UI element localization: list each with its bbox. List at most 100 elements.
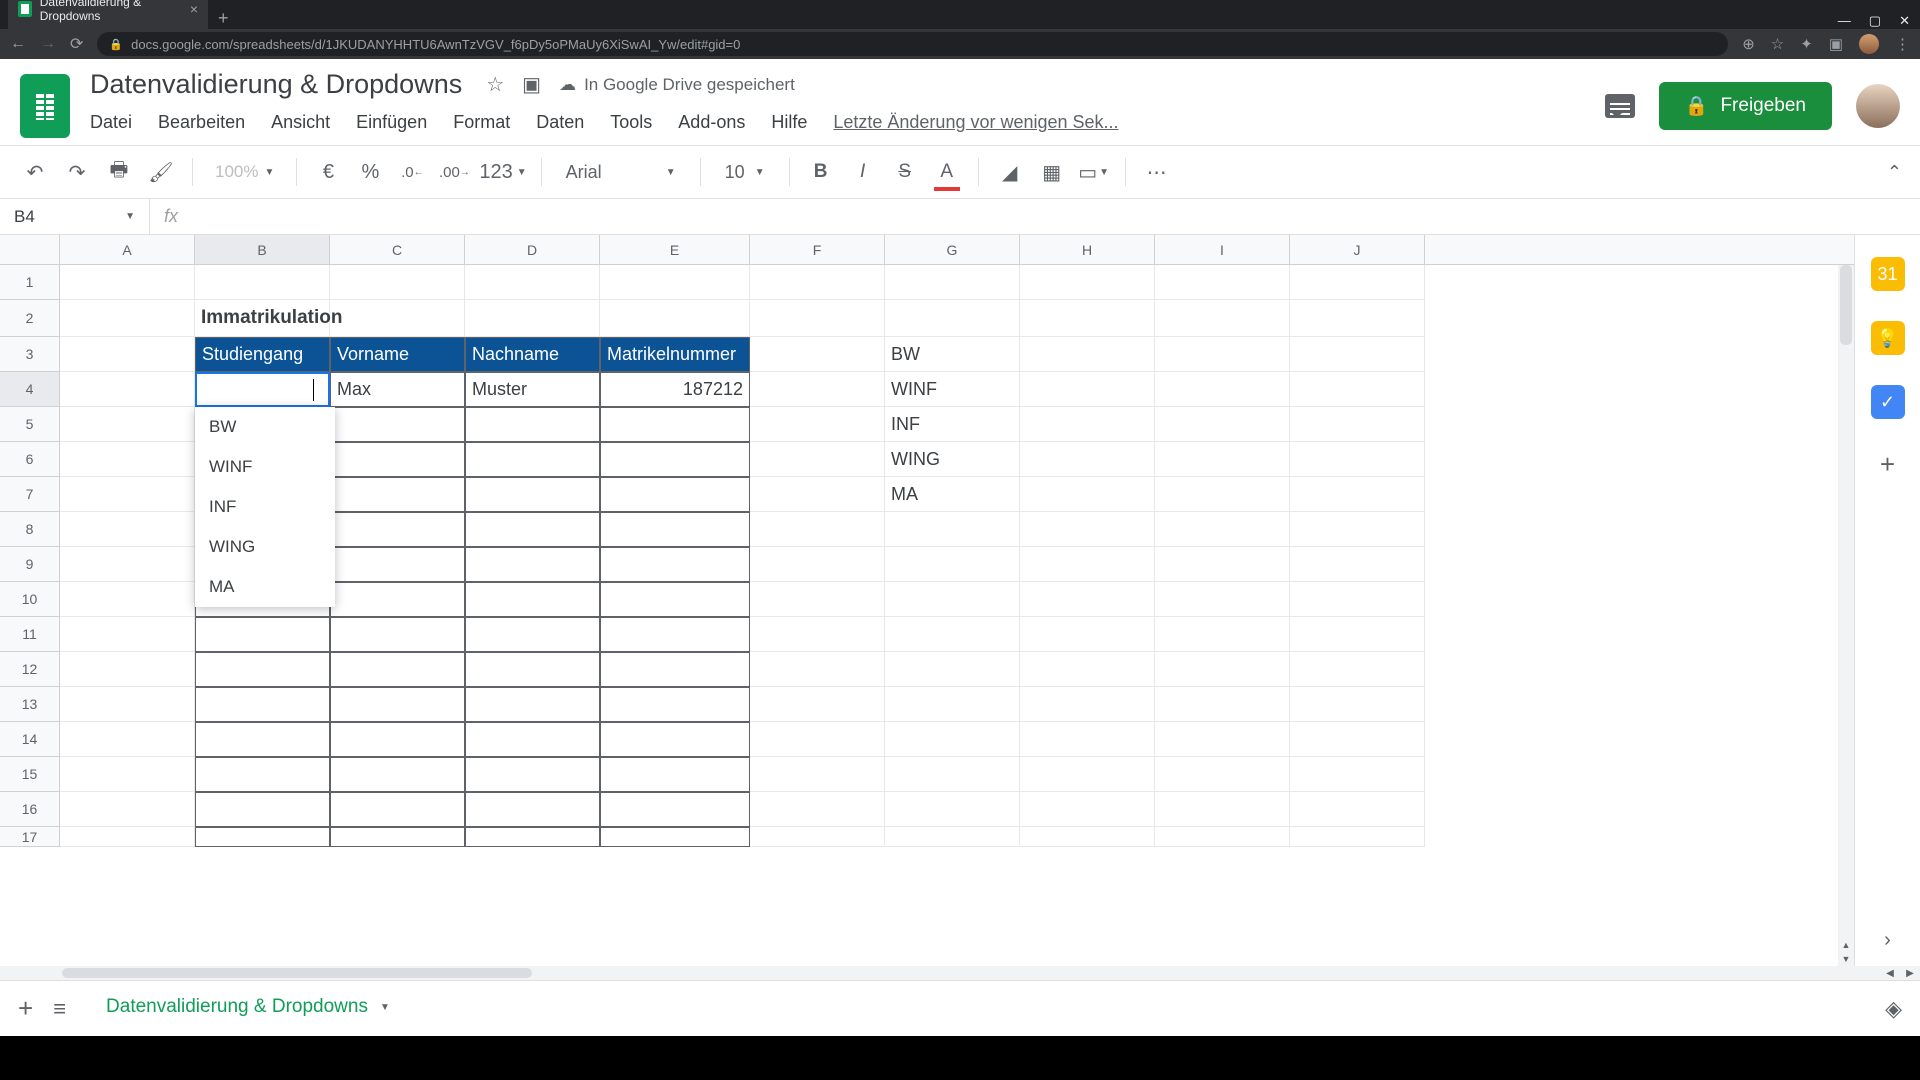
cell[interactable] [1155, 372, 1290, 407]
menu-data[interactable]: Daten [536, 112, 584, 133]
table-header[interactable]: Vorname [330, 337, 465, 372]
move-folder-icon[interactable]: ▣ [522, 72, 541, 97]
bookmark-star-icon[interactable]: ☆ [1771, 35, 1784, 53]
cell[interactable] [1020, 757, 1155, 792]
new-tab-button[interactable]: + [208, 8, 239, 29]
cell[interactable] [465, 757, 600, 792]
cell[interactable] [1290, 300, 1425, 337]
cell[interactable] [60, 757, 195, 792]
document-title[interactable]: Datenvalidierung & Dropdowns [84, 67, 468, 102]
star-icon[interactable]: ☆ [486, 72, 504, 97]
cell[interactable] [330, 827, 465, 847]
cell[interactable] [1020, 582, 1155, 617]
cell[interactable] [195, 827, 330, 847]
cell[interactable] [1020, 300, 1155, 337]
cell[interactable] [1155, 442, 1290, 477]
cell[interactable]: INF [885, 407, 1020, 442]
menu-insert[interactable]: Einfügen [356, 112, 427, 133]
cell[interactable] [195, 265, 330, 300]
cell[interactable] [885, 687, 1020, 722]
cell[interactable] [600, 477, 750, 512]
cell[interactable] [750, 442, 885, 477]
fill-color-button[interactable]: ◢ [993, 155, 1027, 189]
row-header[interactable]: 5 [0, 407, 60, 442]
font-size-select[interactable]: 10▼ [715, 162, 775, 183]
cell[interactable] [1290, 442, 1425, 477]
table-header[interactable]: Matrikelnummer [600, 337, 750, 372]
cell[interactable] [465, 547, 600, 582]
row-header[interactable]: 1 [0, 265, 60, 300]
cell[interactable] [330, 792, 465, 827]
cell[interactable] [60, 617, 195, 652]
cell[interactable] [750, 265, 885, 300]
menu-edit[interactable]: Bearbeiten [158, 112, 245, 133]
cell[interactable] [195, 722, 330, 757]
cell[interactable] [330, 757, 465, 792]
explore-button[interactable]: ◈ [1885, 996, 1902, 1022]
cell[interactable] [1290, 547, 1425, 582]
share-button[interactable]: 🔒 Freigeben [1659, 82, 1832, 130]
chevron-down-icon[interactable]: ▼ [380, 1002, 390, 1013]
row-header[interactable]: 10 [0, 582, 60, 617]
cell[interactable] [330, 512, 465, 547]
sheets-logo-icon[interactable] [20, 74, 70, 138]
cell[interactable] [885, 512, 1020, 547]
row-header[interactable]: 4 [0, 372, 60, 407]
cell[interactable] [885, 757, 1020, 792]
percent-button[interactable]: % [353, 155, 387, 189]
text-color-button[interactable]: A [930, 155, 964, 189]
cell[interactable] [330, 477, 465, 512]
row-header[interactable]: 8 [0, 512, 60, 547]
cell[interactable] [1155, 547, 1290, 582]
cell[interactable] [330, 442, 465, 477]
cell[interactable] [600, 300, 750, 337]
browser-profile-avatar[interactable] [1859, 34, 1879, 54]
cell[interactable] [1155, 300, 1290, 337]
font-family-select[interactable]: Arial▼ [556, 162, 686, 183]
cell[interactable] [1290, 652, 1425, 687]
cell[interactable] [885, 792, 1020, 827]
cell[interactable] [465, 652, 600, 687]
row-header[interactable]: 14 [0, 722, 60, 757]
tasks-sidepanel-icon[interactable]: ✓ [1871, 385, 1905, 419]
cell[interactable] [60, 722, 195, 757]
cell[interactable] [885, 547, 1020, 582]
cell[interactable] [60, 547, 195, 582]
cell[interactable] [1290, 827, 1425, 847]
cell[interactable] [1155, 827, 1290, 847]
collapse-toolbar-icon[interactable]: ⌃ [1887, 162, 1902, 183]
strikethrough-button[interactable]: S [888, 155, 922, 189]
col-header-f[interactable]: F [750, 235, 885, 264]
cell[interactable] [1290, 687, 1425, 722]
cell[interactable] [465, 827, 600, 847]
browser-tab[interactable]: Datenvalidierung & Dropdowns × [8, 0, 208, 29]
cell[interactable] [600, 757, 750, 792]
cell[interactable] [600, 652, 750, 687]
cell[interactable] [1290, 617, 1425, 652]
add-sheet-button[interactable]: + [18, 993, 33, 1024]
cell[interactable] [1290, 407, 1425, 442]
cell[interactable] [600, 582, 750, 617]
cell[interactable] [1290, 582, 1425, 617]
cell[interactable]: 187212 [600, 372, 750, 407]
col-header-d[interactable]: D [465, 235, 600, 264]
scroll-up-icon[interactable]: ▲ [1838, 938, 1854, 952]
currency-button[interactable]: € [311, 155, 345, 189]
cell[interactable] [60, 407, 195, 442]
last-edit-link[interactable]: Letzte Änderung vor wenigen Sek... [833, 112, 1118, 133]
cell[interactable]: BW [885, 337, 1020, 372]
cell[interactable] [1155, 477, 1290, 512]
cell[interactable] [1020, 337, 1155, 372]
cell[interactable] [600, 442, 750, 477]
table-header[interactable]: Studiengang [195, 337, 330, 372]
cell[interactable] [1290, 792, 1425, 827]
cell[interactable]: MA [885, 477, 1020, 512]
cell[interactable] [600, 827, 750, 847]
scroll-thumb[interactable] [1840, 265, 1852, 345]
cell[interactable] [1020, 617, 1155, 652]
select-all-corner[interactable] [0, 235, 60, 264]
all-sheets-button[interactable]: ≡ [53, 996, 66, 1022]
cell[interactable] [600, 722, 750, 757]
row-header[interactable]: 13 [0, 687, 60, 722]
row-header[interactable]: 2 [0, 300, 60, 337]
